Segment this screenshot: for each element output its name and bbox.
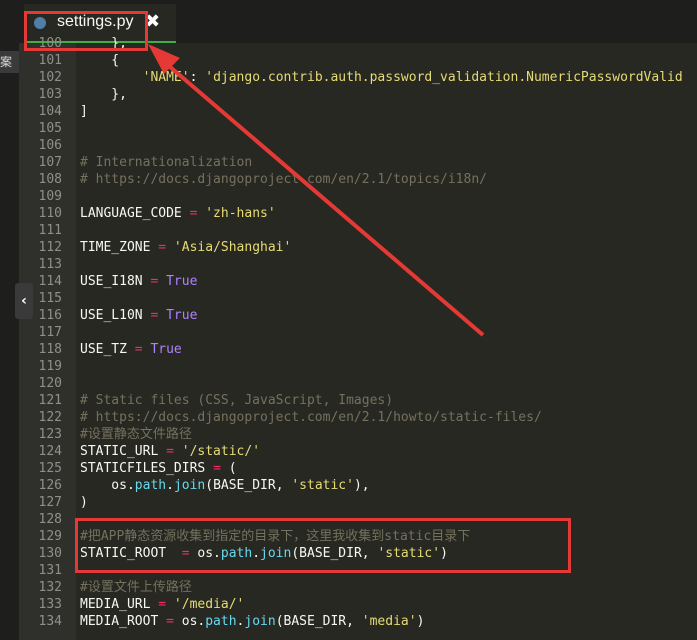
arrow-shaft	[160, 58, 485, 337]
annotation-arrow	[148, 44, 485, 337]
